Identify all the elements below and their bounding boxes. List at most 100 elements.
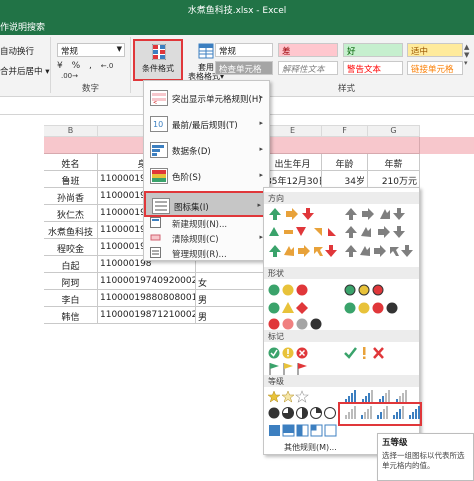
menu-item-label: 色阶(S)	[172, 173, 202, 183]
table-cell[interactable]: 110000198808080011	[98, 290, 196, 307]
cell-style-3[interactable]: 适中	[407, 43, 463, 57]
table-cell[interactable]: 85年12月30日	[264, 171, 322, 188]
table-cell[interactable]: 男	[196, 290, 264, 307]
icon-set-triangles[interactable]	[268, 225, 341, 241]
table-cell[interactable]: 男	[196, 307, 264, 324]
table-cell[interactable]: 水煮鱼科技	[44, 222, 98, 239]
icon-set-3-stars[interactable]	[268, 390, 321, 406]
new-rule-item[interactable]: 新建规则(N)...	[144, 216, 269, 230]
increase-decimal-icon[interactable]: ←.0	[101, 62, 114, 70]
column-header-F[interactable]: F	[322, 125, 368, 137]
icon-set-5-boxes[interactable]	[268, 424, 343, 440]
icon-set-4-arrows-gray-2[interactable]	[344, 225, 417, 241]
icon-set-signs[interactable]	[268, 301, 321, 317]
column-header-E[interactable]: E	[264, 125, 322, 137]
menu-item-3[interactable]: 色阶(S) ▸	[144, 163, 269, 189]
new-rule-icon	[150, 217, 161, 228]
title-bar: 水煮鱼科技.xlsx - Excel	[0, 0, 474, 17]
table-cell[interactable]: 李白	[44, 290, 98, 307]
styles-group-label: 样式	[338, 84, 356, 94]
icon-set-red-to-black[interactable]	[268, 317, 331, 333]
conditional-format-menu: < 突出显示单元格规则(H) ▸ 10 最前/最后规则(T) ▸ 数据条(D) ▸ 色阶(S) ▸…	[143, 80, 270, 261]
menu-item-1[interactable]: 10 最前/最后规则(T) ▸	[144, 111, 269, 137]
chevron-right-icon: ▸	[259, 145, 263, 153]
icon-set-traffic-lights[interactable]	[268, 283, 321, 299]
menu-item-label: 最前/最后规则(T)	[172, 121, 238, 131]
more-rules-link[interactable]: 其他规则(M)...	[284, 442, 337, 453]
table-cell[interactable]: 110000198712100023	[98, 307, 196, 324]
eraser-icon	[150, 232, 161, 243]
table-cell[interactable]: 韩信	[44, 307, 98, 324]
cell-style-2[interactable]: 好	[343, 43, 403, 57]
percent-icon[interactable]: %	[72, 61, 81, 71]
menu-item-0[interactable]: < 突出显示单元格规则(H) ▸	[144, 85, 269, 111]
header-cell[interactable]: 出生年月	[264, 154, 322, 171]
table-cell[interactable]: 孙尚香	[44, 188, 98, 205]
symbols-icon	[344, 347, 384, 359]
decrease-decimal-icon[interactable]: .00→	[61, 72, 78, 80]
icon-set-tooltip: 五等级 选择一组图标以代表所选单元格内的值。	[377, 433, 474, 481]
icon-set-traffic-lights-rimmed[interactable]	[344, 283, 397, 299]
column-header-G[interactable]: G	[368, 125, 420, 137]
red-to-black-icon	[268, 318, 322, 330]
traffic-lights-4-icon	[344, 302, 398, 314]
header-cell[interactable]: 年龄	[322, 154, 368, 171]
arrow-set-gray2-icon	[345, 226, 405, 238]
cell-style-1[interactable]: 差	[278, 43, 338, 57]
cell-style-6[interactable]: 警告文本	[343, 61, 403, 75]
menu-item-4[interactable]: 图标集(I) ▸	[144, 191, 269, 217]
header-cell[interactable]: 姓名	[44, 154, 98, 171]
clear-rules-item[interactable]: 清除规则(C) ▸	[144, 231, 269, 245]
menu-item-label: 突出显示单元格规则(H)	[172, 95, 262, 105]
tooltip-text: 选择一组图标以代表所选单元格内的值。	[382, 451, 465, 470]
section-directional: 方向	[264, 192, 419, 204]
cell-style-4[interactable]: 检查单元格	[215, 61, 273, 75]
arrow-set-5-icon	[269, 245, 337, 257]
number-format-select[interactable]: 常规 ▼	[57, 43, 125, 57]
currency-icon[interactable]: ¥	[57, 61, 63, 71]
color-scales-icon	[150, 168, 168, 184]
table-cell[interactable]: 210万元	[368, 171, 420, 188]
icon-set-4-traffic-lights[interactable]	[344, 301, 407, 317]
table-format-icon	[198, 43, 214, 59]
wrap-text-button[interactable]: 自动换行	[0, 45, 34, 57]
ribbon-separator	[130, 37, 131, 93]
icon-set-quarters[interactable]	[268, 406, 343, 422]
table-cell[interactable]: 鲁班	[44, 171, 98, 188]
signs-icon	[268, 302, 308, 314]
table-cell[interactable]: 110000197409200023	[98, 273, 196, 290]
comma-icon[interactable]: ,	[89, 61, 92, 71]
cell-style-7[interactable]: 链接单元格	[407, 61, 463, 75]
manage-rules-label: 管理规则(R)...	[172, 250, 227, 260]
table-cell[interactable]: 狄仁杰	[44, 205, 98, 222]
table-cell[interactable]: 阿珂	[44, 273, 98, 290]
icon-set-3-flags[interactable]	[268, 362, 321, 378]
new-rule-label: 新建规则(N)...	[172, 220, 228, 230]
icon-set-4-arrows-gray[interactable]	[344, 207, 417, 223]
manage-rules-item[interactable]: 管理规则(R)...	[144, 246, 269, 260]
merge-dropdown-icon: ▾	[45, 67, 50, 77]
table-cell[interactable]: 白起	[44, 256, 98, 273]
icon-set-5-arrows-colored[interactable]	[268, 244, 341, 260]
icon-set-5-arrows-gray[interactable]	[344, 244, 417, 260]
tell-me-search[interactable]: 作说明搜索	[0, 20, 45, 33]
icon-set-3-arrows-colored[interactable]	[268, 207, 321, 223]
cell-style-5[interactable]: 解释性文本	[278, 61, 338, 75]
table-cell[interactable]: 女	[196, 273, 264, 290]
icon-set-3-symbols-circled[interactable]	[268, 346, 321, 362]
conditional-format-button[interactable]: 条件格式	[133, 39, 183, 81]
symbols-circled-icon	[268, 347, 308, 359]
tooltip-title: 五等级	[382, 438, 408, 448]
icon-set-3-symbols[interactable]	[344, 346, 397, 362]
svg-text:10: 10	[153, 120, 163, 129]
svg-text:<: <	[153, 100, 157, 106]
table-cell[interactable]: 34岁	[322, 171, 368, 188]
styles-scroll[interactable]: ▲ ▼ ▾	[464, 43, 474, 77]
header-cell[interactable]: 年薪	[368, 154, 420, 171]
traffic-lights-icon	[268, 284, 308, 296]
column-header-B[interactable]: B	[44, 125, 98, 137]
cell-style-0[interactable]: 常规	[215, 43, 273, 57]
menu-item-2[interactable]: 数据条(D) ▸	[144, 137, 269, 163]
table-cell[interactable]: 程咬金	[44, 239, 98, 256]
merge-center-button[interactable]: 合并后居中 ▾	[0, 65, 50, 77]
